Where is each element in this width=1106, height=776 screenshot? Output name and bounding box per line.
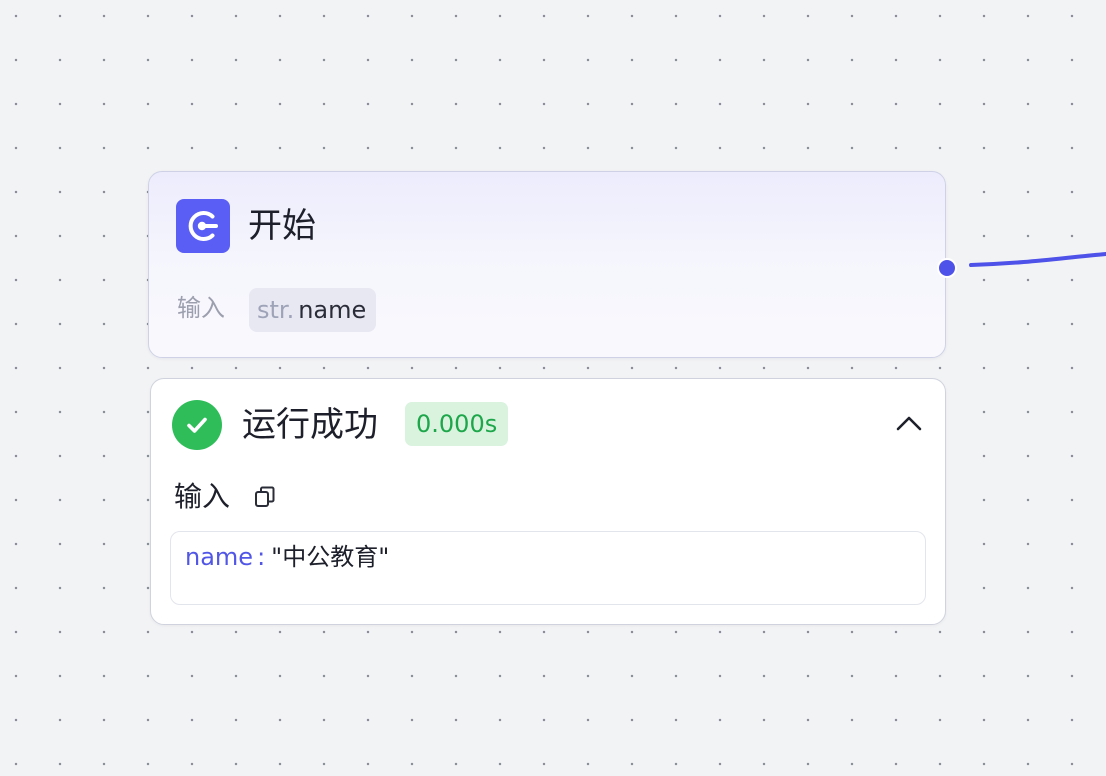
run-status-text: 运行成功 (242, 405, 378, 445)
node-title: 开始 (248, 206, 316, 246)
start-node-icon (176, 199, 230, 253)
input-json-viewer[interactable]: name: "中公教育" (170, 531, 926, 605)
json-key: name (185, 543, 254, 571)
start-node-card[interactable]: 开始 输入 str. name (148, 171, 946, 358)
input-section-title: 输入 (174, 480, 231, 513)
check-circle-icon (172, 400, 222, 450)
run-result-panel: 运行成功 0.000s 输入 name: "中公教育" (150, 378, 946, 625)
copy-button[interactable] (251, 483, 279, 511)
param-type: str. (257, 296, 295, 324)
copy-icon (255, 486, 275, 507)
json-value: "中公教育" (271, 543, 390, 571)
collapse-button[interactable] (893, 407, 925, 439)
node-input-label: 输入 (177, 294, 225, 322)
json-separator: : (257, 543, 266, 571)
output-handle[interactable] (937, 258, 957, 278)
duration-badge: 0.000s (405, 402, 509, 446)
chevron-up-icon (896, 416, 922, 431)
param-chip[interactable]: str. name (249, 288, 377, 332)
param-name: name (298, 296, 367, 324)
